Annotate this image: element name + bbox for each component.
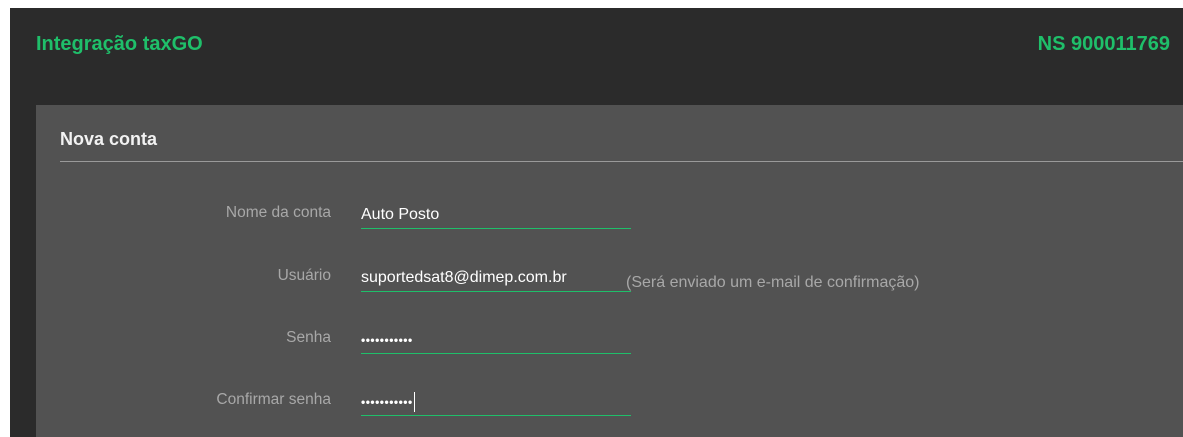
confirm-password-label: Confirmar senha bbox=[216, 391, 331, 408]
app-window: Integração taxGO NS 900011769 Nova conta… bbox=[10, 8, 1183, 437]
app-header: Integração taxGO NS 900011769 bbox=[10, 8, 1183, 105]
confirmation-hint: (Será enviado um e-mail de confirmação) bbox=[626, 274, 920, 291]
confirm-password-masked-value: ••••••••••• bbox=[361, 395, 413, 409]
user-label: Usuário bbox=[277, 267, 331, 284]
user-email-input[interactable] bbox=[361, 264, 631, 292]
password-label: Senha bbox=[286, 329, 331, 346]
password-input[interactable]: ••••••••••• bbox=[361, 326, 631, 354]
account-name-input[interactable] bbox=[361, 201, 631, 229]
text-caret bbox=[413, 391, 415, 412]
new-account-panel: Nova conta Nome da conta Usuário (Será e… bbox=[36, 105, 1183, 437]
confirm-password-input[interactable]: ••••••••••• bbox=[361, 388, 631, 416]
app-title: Integração taxGO bbox=[36, 33, 203, 55]
password-masked-value: ••••••••••• bbox=[361, 333, 413, 347]
panel-divider bbox=[60, 161, 1183, 162]
account-name-label: Nome da conta bbox=[225, 204, 331, 221]
panel-title: Nova conta bbox=[60, 129, 158, 149]
serial-number: NS 900011769 bbox=[1037, 33, 1170, 55]
